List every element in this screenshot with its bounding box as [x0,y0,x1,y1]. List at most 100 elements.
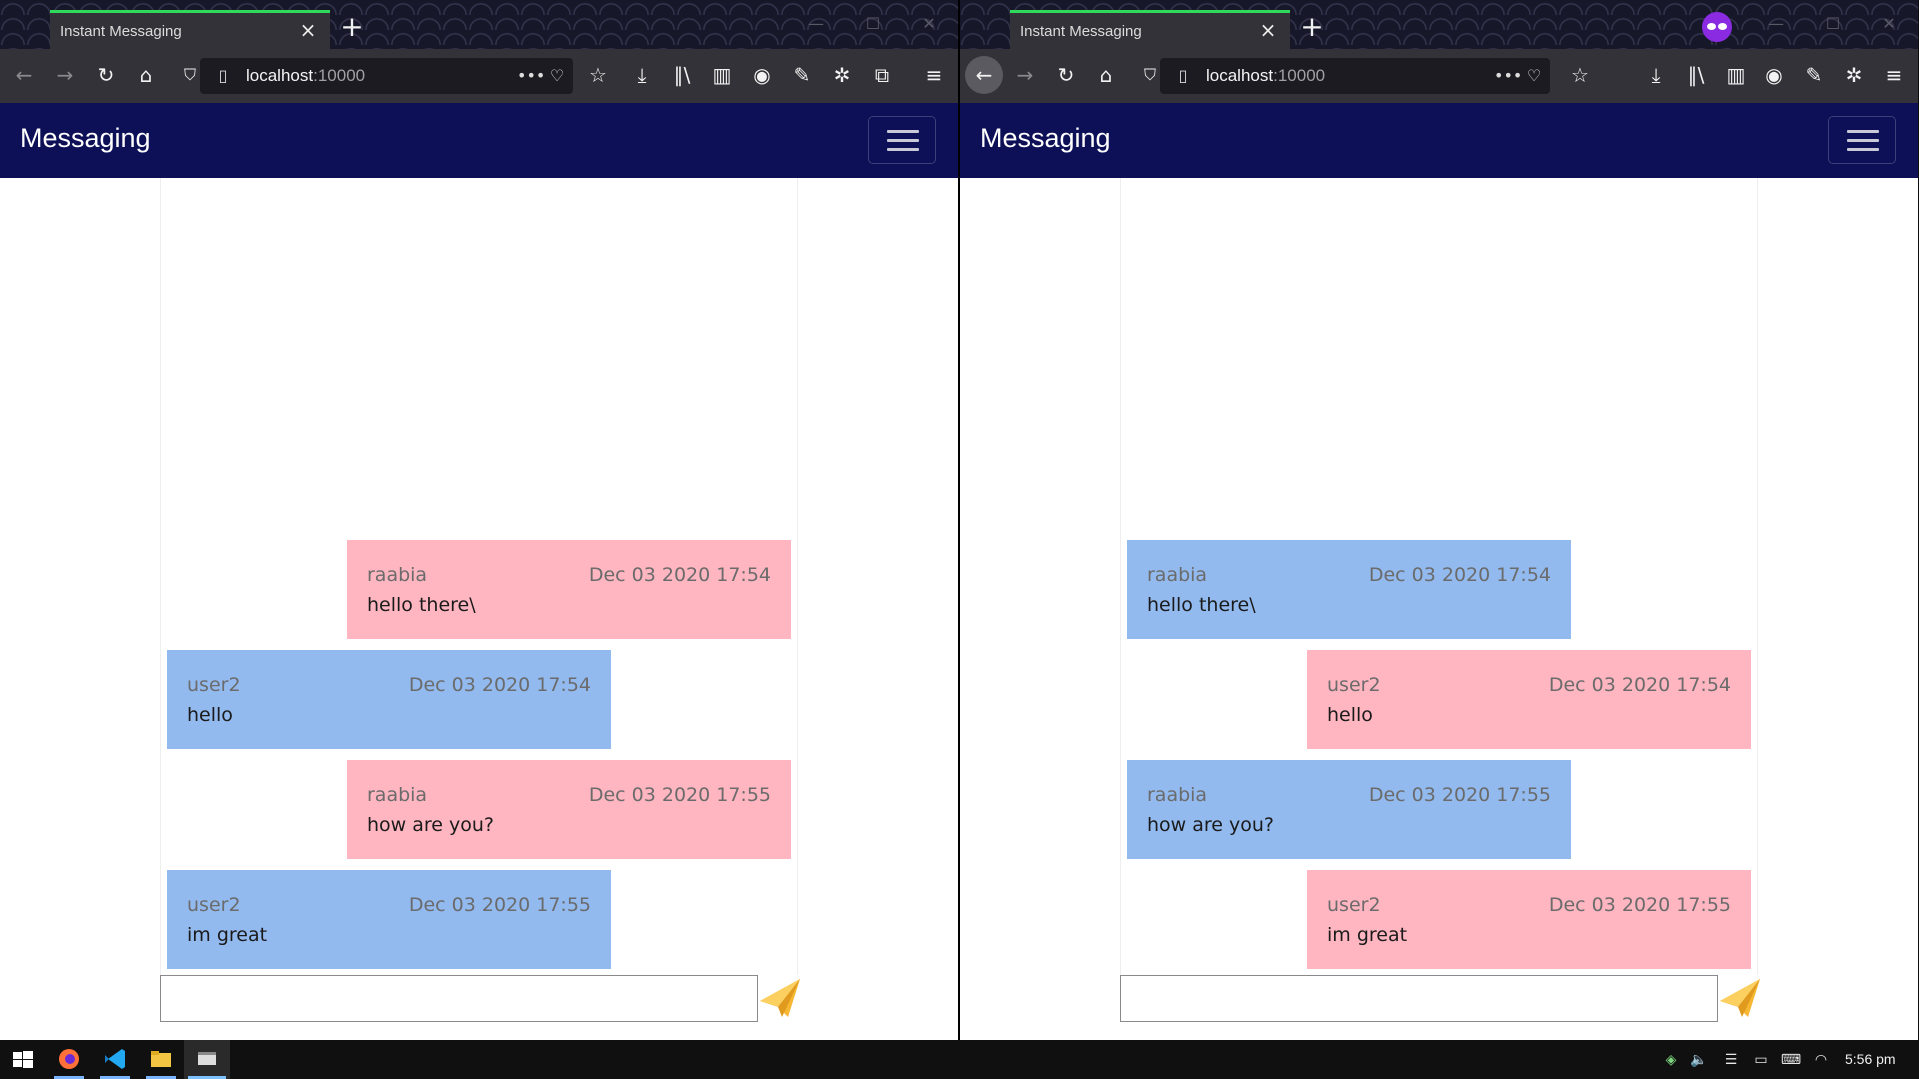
pocket-icon[interactable]: ♡ [546,64,568,88]
download-icon[interactable]: ⤓ [1642,61,1670,89]
firefox-taskbar-button[interactable] [46,1040,92,1079]
wifi-icon[interactable]: ◠ [1810,1049,1832,1071]
url-text: localhost:10000 [1206,66,1326,85]
message-bubble: raabia Dec 03 2020 17:54 hello there\ [1127,540,1571,639]
screenshot-icon[interactable]: ⧉ [868,61,896,89]
vscode-taskbar-button[interactable] [92,1040,138,1079]
message-text: hello there\ [1147,594,1256,616]
message-timestamp: Dec 03 2020 17:54 [588,564,771,586]
pocket-icon[interactable]: ♡ [1523,64,1545,88]
home-icon[interactable]: ⌂ [1092,61,1120,89]
reload-icon[interactable]: ↻ [1052,61,1080,89]
start-button[interactable] [0,1040,46,1079]
battery-icon[interactable]: ▭ [1750,1049,1772,1071]
message-input[interactable] [1120,975,1718,1022]
reload-icon[interactable]: ↻ [92,61,120,89]
volume-icon[interactable]: 🔈 [1688,1049,1710,1071]
page-icon: ▯ [218,66,228,85]
browser-tab[interactable]: Instant Messaging × [1010,10,1290,49]
paper-plane-icon [760,979,800,1017]
url-bar[interactable]: ▯ localhost:10000 ••• ♡ [1160,58,1550,94]
url-text: localhost:10000 [246,66,366,85]
file-explorer-taskbar-button[interactable] [138,1040,184,1079]
sidebar-icon[interactable]: ▥ [708,61,736,89]
wrench-icon[interactable]: ✎ [1800,61,1828,89]
navbar-toggler-button[interactable] [1828,116,1896,164]
browser-window-left: Instant Messaging × + — ☐ ✕ ← → ↻ ⌂ ⛉ ▯ … [0,0,958,1040]
tab-title: Instant Messaging [1020,23,1142,40]
message-bubble: raabia Dec 03 2020 17:55 how are you? [1127,760,1571,859]
bookmark-star-icon[interactable]: ☆ [584,61,612,89]
close-tab-icon[interactable]: × [1256,18,1280,42]
message-timestamp: Dec 03 2020 17:54 [1548,674,1731,696]
network-settings-icon[interactable]: ☰ [1720,1049,1742,1071]
chat-messages[interactable]: raabia Dec 03 2020 17:54 hello there\ us… [1120,178,1758,975]
message-bubble: user2 Dec 03 2020 17:55 im great [167,870,611,969]
desktop: Instant Messaging × + — ☐ ✕ ← → ↻ ⌂ ⛉ ▯ … [0,0,1919,1079]
message-sender: raabia [367,784,428,806]
back-icon[interactable]: ← [10,61,38,89]
message-text: how are you? [1147,814,1275,836]
new-tab-button[interactable]: + [1298,13,1326,41]
menu-icon[interactable]: ≡ [920,61,948,89]
minimize-icon[interactable]: — [801,12,831,36]
gear-icon[interactable]: ✲ [1840,61,1868,89]
gear-icon[interactable]: ✲ [828,61,856,89]
firefox-icon [59,1049,79,1069]
navigation-toolbar: ← → ↻ ⌂ ⛉ ▯ localhost:10000 ••• ♡ ☆ ⤓ ∥\… [960,49,1918,103]
message-input[interactable] [160,975,758,1022]
folder-icon [151,1051,171,1067]
navbar-toggler-button[interactable] [868,116,936,164]
brand-title[interactable]: Messaging [20,123,151,154]
close-window-icon[interactable]: ✕ [914,12,944,36]
message-text: how are you? [367,814,495,836]
keyboard-icon[interactable]: ⌨ [1780,1049,1802,1071]
paper-plane-icon [1720,979,1760,1017]
nvidia-tray-icon[interactable]: ◈ [1660,1049,1682,1071]
taskbar-clock[interactable]: 5:56 pm [1845,1051,1896,1067]
menu-icon[interactable]: ≡ [1880,61,1908,89]
more-actions-icon[interactable]: ••• [517,64,545,88]
home-icon[interactable]: ⌂ [132,61,160,89]
message-timestamp: Dec 03 2020 17:54 [1368,564,1551,586]
bookmark-star-icon[interactable]: ☆ [1566,61,1594,89]
app-taskbar-button[interactable] [184,1040,230,1079]
message-sender: raabia [1147,784,1208,806]
wrench-icon[interactable]: ✎ [788,61,816,89]
message-text: hello [1327,704,1373,726]
message-text: hello [187,704,233,726]
message-timestamp: Dec 03 2020 17:55 [1368,784,1551,806]
message-bubble: user2 Dec 03 2020 17:54 hello [1307,650,1751,749]
message-timestamp: Dec 03 2020 17:54 [408,674,591,696]
minimize-icon[interactable]: — [1761,12,1791,36]
close-window-icon[interactable]: ✕ [1874,12,1904,36]
more-actions-icon[interactable]: ••• [1494,64,1522,88]
account-icon[interactable]: ◉ [748,61,776,89]
download-icon[interactable]: ⤓ [628,61,656,89]
message-sender: raabia [367,564,428,586]
library-icon[interactable]: ∥\ [668,61,696,89]
message-sender: user2 [187,674,241,696]
close-tab-icon[interactable]: × [296,18,320,42]
account-icon[interactable]: ◉ [1760,61,1788,89]
window-app-icon [198,1052,216,1065]
maximize-icon[interactable]: ☐ [1818,12,1848,36]
send-button[interactable] [758,975,802,1021]
library-icon[interactable]: ∥\ [1682,61,1710,89]
url-bar[interactable]: ▯ localhost:10000 ••• ♡ [200,58,573,94]
forward-icon[interactable]: → [1011,61,1039,89]
forward-icon[interactable]: → [51,61,79,89]
browser-tab[interactable]: Instant Messaging × [50,10,330,49]
message-sender: raabia [1147,564,1208,586]
chat-messages[interactable]: raabia Dec 03 2020 17:54 hello there\ us… [160,178,798,975]
page-icon: ▯ [1178,66,1188,85]
tab-strip: Instant Messaging × + — ☐ ✕ [960,0,1918,49]
message-sender: user2 [1327,674,1381,696]
new-tab-button[interactable]: + [338,13,366,41]
back-icon[interactable]: ← [965,56,1003,94]
send-button[interactable] [1718,975,1762,1021]
browser-window-right: Instant Messaging × + — ☐ ✕ ← → ↻ ⌂ ⛉ ▯ … [960,0,1918,1040]
sidebar-icon[interactable]: ▥ [1722,61,1750,89]
brand-title[interactable]: Messaging [980,123,1111,154]
maximize-icon[interactable]: ☐ [858,12,888,36]
